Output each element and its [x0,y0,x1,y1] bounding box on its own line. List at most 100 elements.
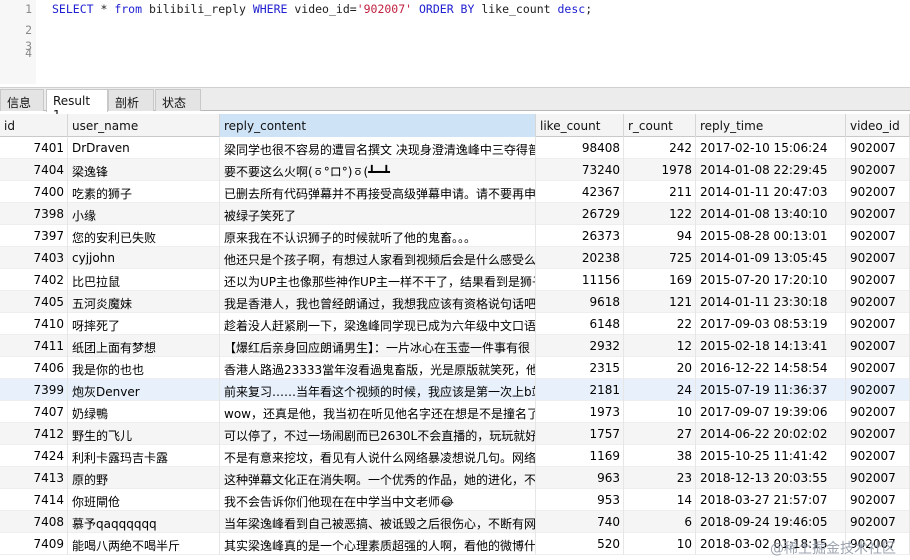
table-row[interactable]: 7412 野生的飞儿 可以停了，不过一场闹剧而已2630L不会直播的，玩玩就好 175… [0,423,910,445]
cell-reply-content[interactable]: 【爆红后亲身回应朗诵男生】：一片冰心在玉壶一件事有很 [220,335,536,357]
cell-r-count[interactable]: 23 [624,467,696,489]
column-header-user-name[interactable]: user_name [68,114,220,137]
cell-reply-time[interactable]: 2017-09-03 08:53:19 [696,313,846,335]
table-row[interactable]: 7411 纸团上面有梦想 【爆红后亲身回应朗诵男生】：一片冰心在玉壶一件事有很 293… [0,335,910,357]
cell-like-count[interactable]: 26373 [536,225,624,247]
cell-id[interactable]: 7408 [0,511,68,533]
cell-reply-time[interactable]: 2014-01-09 13:05:45 [696,247,846,269]
cell-reply-content[interactable]: 这种弹幕文化正在消失啊。一个优秀的作品，她的进化，不 [220,467,536,489]
table-row[interactable]: 7400 吃素的狮子 已删去所有代码弹幕并不再接受高级弹幕申请。请不要再申 42367… [0,181,910,203]
cell-user-name[interactable]: 慕予qaqqqqqq [68,511,220,533]
cell-reply-content[interactable]: 可以停了，不过一场闹剧而已2630L不会直播的，玩玩就好 [220,423,536,445]
cell-like-count[interactable]: 6148 [536,313,624,335]
column-header-like-count[interactable]: like_count [536,114,624,137]
cell-like-count[interactable]: 963 [536,467,624,489]
cell-reply-content[interactable]: wow，还真是他，我当初在听见他名字还在想是不是撞名了 [220,401,536,423]
sql-query-line[interactable]: SELECT * from bilibili_reply WHERE video… [52,2,592,16]
cell-user-name[interactable]: 野生的飞儿 [68,423,220,445]
cell-reply-time[interactable]: 2014-01-08 13:40:10 [696,203,846,225]
cell-reply-time[interactable]: 2014-01-08 22:29:45 [696,159,846,181]
cell-r-count[interactable]: 12 [624,335,696,357]
cell-id[interactable]: 7406 [0,357,68,379]
cell-reply-content[interactable]: 当年梁逸峰看到自己被恶搞、被诋毁之后很伤心，不断有网 [220,511,536,533]
table-row[interactable]: 7414 你班閘伧 我不会告诉你们他现在在中学当中文老师😂 953 14 2018-03-… [0,489,910,511]
cell-like-count[interactable]: 1169 [536,445,624,467]
cell-user-name[interactable]: 能喝八两绝不喝半斤 [68,533,220,555]
cell-video-id[interactable]: 902007 [846,489,910,511]
cell-reply-time[interactable]: 2015-07-19 11:36:37 [696,379,846,401]
cell-reply-time[interactable]: 2018-12-13 20:03:55 [696,467,846,489]
column-header-reply-content[interactable]: reply_content [220,114,536,137]
table-row[interactable]: 7413 原的野 这种弹幕文化正在消失啊。一个优秀的作品，她的进化，不 963 23 20… [0,467,910,489]
cell-like-count[interactable]: 98408 [536,137,624,159]
cell-video-id[interactable]: 902007 [846,511,910,533]
cell-reply-time[interactable]: 2014-01-11 23:30:18 [696,291,846,313]
table-row[interactable]: 7408 慕予qaqqqqqq 当年梁逸峰看到自己被恶搞、被诋毁之后很伤心，不断有网… [0,511,910,533]
table-row[interactable]: 7401 DrDraven 梁同学也很不容易的遭冒名撰文 决现身澄清逸峰中三夺得普 9… [0,137,910,159]
cell-video-id[interactable]: 902007 [846,291,910,313]
cell-reply-time[interactable]: 2017-02-10 15:06:24 [696,137,846,159]
cell-like-count[interactable]: 9618 [536,291,624,313]
cell-reply-time[interactable]: 2017-09-07 19:39:06 [696,401,846,423]
table-row[interactable]: 7404 梁逸锋 要不要这么火啊(ㆆ°ロ°)ㆆ(┻━┻ 73240 1978 2014-0… [0,159,910,181]
cell-like-count[interactable]: 520 [536,533,624,555]
table-row[interactable]: 7410 呀摔死了 趁着没人赶紧刷一下，梁逸峰同学现已成为六年级中文口语 6148 22… [0,313,910,335]
cell-r-count[interactable]: 211 [624,181,696,203]
cell-like-count[interactable]: 11156 [536,269,624,291]
cell-id[interactable]: 7412 [0,423,68,445]
cell-video-id[interactable]: 902007 [846,137,910,159]
table-row[interactable]: 7405 五河炎魔妹 我是香港人，我也曾经朗诵过，我想我应该有资格说句话吧 9618 1… [0,291,910,313]
cell-video-id[interactable]: 902007 [846,269,910,291]
cell-id[interactable]: 7424 [0,445,68,467]
cell-r-count[interactable]: 38 [624,445,696,467]
cell-like-count[interactable]: 2315 [536,357,624,379]
cell-user-name[interactable]: 炮灰Denver [68,379,220,401]
cell-user-name[interactable]: 纸团上面有梦想 [68,335,220,357]
cell-video-id[interactable]: 902007 [846,159,910,181]
cell-reply-time[interactable]: 2015-08-28 00:13:01 [696,225,846,247]
cell-r-count[interactable]: 122 [624,203,696,225]
cell-like-count[interactable]: 2181 [536,379,624,401]
table-row[interactable]: 7397 您的安利已失败 原来我在不认识狮子的时候就听了他的鬼畜。。。 26373 94… [0,225,910,247]
cell-id[interactable]: 7410 [0,313,68,335]
cell-reply-time[interactable]: 2015-07-20 17:20:10 [696,269,846,291]
cell-id[interactable]: 7402 [0,269,68,291]
cell-r-count[interactable]: 725 [624,247,696,269]
cell-r-count[interactable]: 10 [624,401,696,423]
cell-reply-content[interactable]: 我不会告诉你们他现在在中学当中文老师😂 [220,489,536,511]
cell-user-name[interactable]: 您的安利已失败 [68,225,220,247]
cell-video-id[interactable]: 902007 [846,467,910,489]
cell-user-name[interactable]: 利利卡露玛吉卡露 [68,445,220,467]
tab-info[interactable]: 信息 [0,89,44,111]
cell-id[interactable]: 7399 [0,379,68,401]
cell-reply-time[interactable]: 2018-03-27 21:57:07 [696,489,846,511]
cell-id[interactable]: 7397 [0,225,68,247]
cell-reply-time[interactable]: 2014-06-22 20:02:02 [696,423,846,445]
cell-user-name[interactable]: cyjjohn [68,247,220,269]
tab-status[interactable]: 状态 [155,89,201,111]
cell-video-id[interactable]: 902007 [846,445,910,467]
column-header-id[interactable]: id [0,114,68,137]
cell-reply-content[interactable]: 已删去所有代码弹幕并不再接受高级弹幕申请。请不要再申 [220,181,536,203]
cell-reply-content[interactable]: 还以为UP主也像那些神作UP主一样不干了，结果看到是狮子 [220,269,536,291]
cell-reply-time[interactable]: 2015-02-18 14:13:41 [696,335,846,357]
cell-r-count[interactable]: 1978 [624,159,696,181]
column-header-r-count[interactable]: r_count [624,114,696,137]
cell-like-count[interactable]: 73240 [536,159,624,181]
cell-id[interactable]: 7411 [0,335,68,357]
cell-id[interactable]: 7404 [0,159,68,181]
cell-reply-content[interactable]: 其实梁逸峰真的是一个心理素质超强的人啊，看他的微博什 [220,533,536,555]
sql-editor[interactable]: 1 2 3 4 SELECT * from bilibili_reply WHE… [0,0,910,84]
cell-user-name[interactable]: 呀摔死了 [68,313,220,335]
cell-like-count[interactable]: 26729 [536,203,624,225]
table-row[interactable]: 7403 cyjjohn 他还只是个孩子啊，有想过人家看到视频后会是什么感受么 202… [0,247,910,269]
cell-reply-content[interactable]: 梁同学也很不容易的遭冒名撰文 决现身澄清逸峰中三夺得普 [220,137,536,159]
table-row[interactable]: 7402 比巴拉鼠 还以为UP主也像那些神作UP主一样不干了，结果看到是狮子 1115… [0,269,910,291]
cell-r-count[interactable]: 22 [624,313,696,335]
cell-video-id[interactable]: 902007 [846,313,910,335]
tab-result-1[interactable]: Result 1 [46,89,108,122]
cell-user-name[interactable]: 奶绿鴨 [68,401,220,423]
cell-video-id[interactable]: 902007 [846,423,910,445]
table-row[interactable]: 7398 小缘 被绿子笑死了 26729 122 2014-01-08 13:40:10 9… [0,203,910,225]
cell-like-count[interactable]: 2932 [536,335,624,357]
